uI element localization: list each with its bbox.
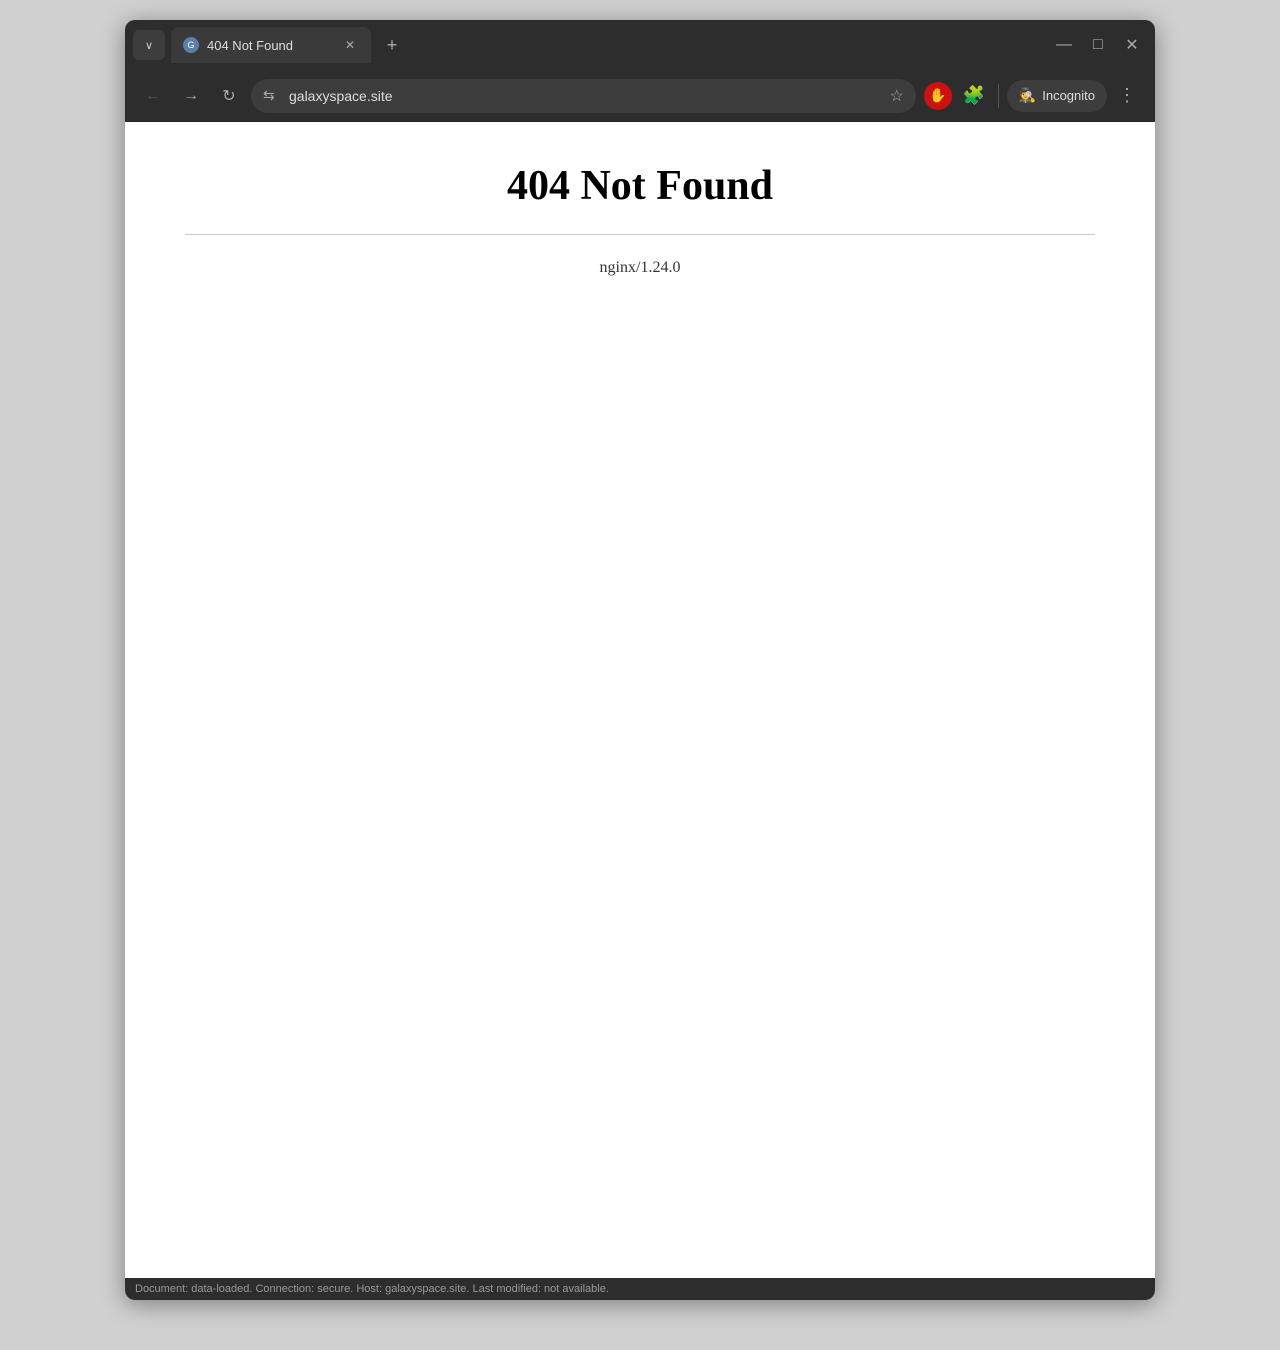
minimize-button[interactable]: —: [1049, 30, 1079, 60]
bookmark-icon[interactable]: ☆: [889, 86, 903, 106]
close-button[interactable]: ✕: [1117, 30, 1147, 60]
menu-icon: ⋮: [1118, 85, 1136, 106]
address-bar[interactable]: ⇆ galaxyspace.site ☆: [251, 79, 916, 113]
tab-title: 404 Not Found: [207, 38, 333, 53]
toolbar-divider: [998, 84, 999, 108]
maximize-icon: □: [1093, 36, 1103, 54]
server-info: nginx/1.24.0: [185, 259, 1095, 277]
incognito-button[interactable]: 🕵 Incognito: [1007, 80, 1107, 112]
address-url: galaxyspace.site: [289, 88, 393, 104]
reload-icon: ↻: [222, 86, 235, 106]
address-bar-icon: ⇆: [263, 87, 281, 105]
back-icon: ←: [145, 87, 161, 105]
page-content: 404 Not Found nginx/1.24.0: [125, 122, 1155, 1278]
title-bar: ∨ G 404 Not Found ✕ + — □ ✕: [125, 20, 1155, 70]
tab-close-button[interactable]: ✕: [341, 36, 359, 54]
new-tab-button[interactable]: +: [377, 30, 407, 60]
browser-window: ∨ G 404 Not Found ✕ + — □ ✕ ←: [125, 20, 1155, 1300]
active-tab[interactable]: G 404 Not Found ✕: [171, 27, 371, 63]
new-tab-icon: +: [387, 35, 398, 56]
forward-button[interactable]: →: [175, 80, 207, 112]
block-icon: ✋: [924, 82, 952, 110]
nav-bar: ← → ↻ ⇆ galaxyspace.site ☆ ✋ 🧩 🕵: [125, 70, 1155, 122]
back-button[interactable]: ←: [137, 80, 169, 112]
incognito-label: Incognito: [1042, 88, 1095, 103]
error-heading: 404 Not Found: [185, 162, 1095, 210]
status-text: Document: data-loaded. Connection: secur…: [135, 1283, 609, 1295]
block-hand-icon: ✋: [929, 87, 946, 104]
toolbar-icons: ✋ 🧩 🕵 Incognito ⋮: [922, 80, 1143, 112]
incognito-icon: 🕵: [1019, 87, 1036, 104]
dropdown-icon: ∨: [145, 39, 153, 52]
reload-button[interactable]: ↻: [213, 80, 245, 112]
forward-icon: →: [183, 87, 199, 105]
extensions-button[interactable]: 🧩: [958, 80, 990, 112]
menu-button[interactable]: ⋮: [1111, 80, 1143, 112]
window-controls: — □ ✕: [1049, 30, 1147, 60]
puzzle-icon: 🧩: [963, 85, 985, 106]
tab-dropdown-button[interactable]: ∨: [133, 30, 165, 60]
maximize-button[interactable]: □: [1083, 30, 1113, 60]
minimize-icon: —: [1056, 36, 1072, 54]
tab-favicon: G: [183, 37, 199, 53]
error-divider: [185, 234, 1095, 235]
close-icon: ✕: [1125, 35, 1138, 55]
status-bar: Document: data-loaded. Connection: secur…: [125, 1278, 1155, 1300]
favicon-letter: G: [187, 40, 194, 50]
block-extension-button[interactable]: ✋: [922, 80, 954, 112]
